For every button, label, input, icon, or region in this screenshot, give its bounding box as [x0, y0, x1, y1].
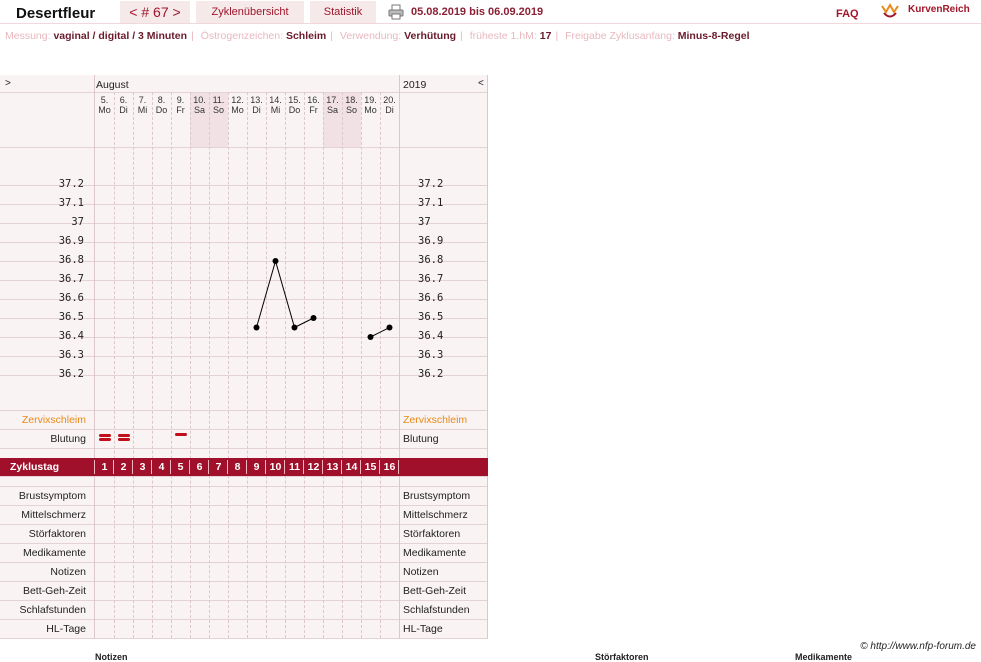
cycle-day-label: Zyklustag [10, 461, 60, 473]
symptom-row-label-left: Störfaktoren [28, 528, 86, 540]
footer-notes-heading: Notizen [95, 652, 128, 662]
symptom-row-label-left: HL-Tage [46, 623, 86, 635]
cycle-day-number: 8 [234, 461, 241, 473]
usage-key: Verwendung: [339, 30, 402, 42]
symptom-row-label-left: Brustsymptom [18, 490, 86, 502]
cycle-day-number: 10 [269, 461, 282, 473]
estrogen-value: Schleim [285, 30, 327, 42]
cycle-settings-bar: Messung: vaginal / digital / 3 Minuten | … [5, 30, 750, 42]
cycle-day-number: 12 [307, 461, 320, 473]
logo-text[interactable]: KurvenReich [908, 4, 970, 15]
temperature-point[interactable] [291, 324, 298, 331]
temperature-line-segment [370, 327, 390, 338]
estrogen-key: Östrogenzeichen: [200, 30, 284, 42]
cycle-day-number: 14 [345, 461, 358, 473]
bleeding-mark [117, 434, 130, 437]
kurvenreich-logo-icon[interactable] [880, 2, 900, 20]
faq-link[interactable]: FAQ [836, 8, 859, 20]
cycle-start-release-key: Freigabe Zyklusanfang: [565, 30, 675, 42]
cycle-day-number: 1 [101, 461, 108, 473]
cycle-day-number: 16 [383, 461, 396, 473]
bleeding-label-right: Blutung [403, 433, 439, 445]
date-range: 05.08.2019 bis 06.09.2019 [411, 6, 544, 18]
temperature-point[interactable] [253, 324, 260, 331]
bleeding-mark [117, 438, 130, 441]
cycle-day-number: 13 [326, 461, 339, 473]
username: Desertfleur [16, 5, 96, 22]
cycle-start-release-value: Minus-8-Regel [677, 30, 750, 42]
earliest-hm-key: früheste 1.hM: [469, 30, 537, 42]
symptom-row-label-right: Notizen [403, 566, 439, 578]
temperature-line-segment [275, 260, 295, 328]
cycle-day-number: 7 [215, 461, 222, 473]
symptom-row-label-right: HL-Tage [403, 623, 443, 635]
cycle-day-separator [398, 460, 399, 474]
usage-value: Verhütung [404, 30, 457, 42]
symptom-row-label-left: Medikamente [22, 547, 86, 559]
symptom-row-label-left: Mittelschmerz [21, 509, 86, 521]
symptom-row-label-left: Bett-Geh-Zeit [22, 585, 86, 597]
statistics-button[interactable]: Statistik [310, 1, 376, 23]
temperature-point[interactable] [272, 258, 279, 264]
cervix-label-right: Zervixschleim [403, 414, 468, 426]
temperature-point[interactable] [386, 324, 393, 331]
cycle-navigation[interactable]: < # 67 > [120, 1, 190, 23]
symptom-row-label-right: Mittelschmerz [403, 509, 468, 521]
cycle-day-number: 15 [364, 461, 377, 473]
cycle-overview-button[interactable]: Zyklenübersicht [196, 1, 304, 23]
cycle-day-number: 2 [120, 461, 127, 473]
symptom-row-label-left: Notizen [50, 566, 86, 578]
measurement-key: Messung: [5, 30, 51, 42]
grid-line [0, 638, 488, 639]
footer-medication-heading: Medikamente [795, 652, 853, 662]
symptom-row-label-right: Brustsymptom [403, 490, 471, 502]
copyright: © http://www.nfp-forum.de [860, 641, 976, 652]
temperature-line-segment [256, 260, 276, 328]
footer-disturbances-heading: Störfaktoren [595, 652, 649, 662]
cycle-day-bar: Zyklustag 1 2 3 4 5 6 7 8 9 10 11 12 13 14 15 16 [0, 458, 488, 476]
temperature-point[interactable] [310, 315, 317, 321]
bleeding-mark [174, 433, 187, 436]
symptom-row-label-left: Schlafstunden [19, 604, 86, 616]
cycle-day-number: 6 [196, 461, 203, 473]
cycle-chart: > August 2019 < 5. Mo 6. Di 7. Mi 8. Do 9. Fr 10. S… [0, 75, 488, 639]
symptom-row-label-right: Schlafstunden [403, 604, 470, 616]
temperature-point[interactable] [367, 334, 374, 340]
temperature-line-segment [294, 317, 314, 328]
symptom-row-label-right: Medikamente [403, 547, 467, 559]
cervix-label-left: Zervixschleim [21, 414, 86, 426]
header-divider [0, 23, 981, 24]
cycle-day-number: 4 [158, 461, 165, 473]
cycle-day-number: 5 [177, 461, 184, 473]
bleeding-mark [98, 438, 111, 441]
measurement-value: vaginal / digital / 3 Minuten [53, 30, 188, 42]
printer-icon[interactable] [388, 4, 404, 20]
cycle-day-number: 3 [139, 461, 146, 473]
earliest-hm-value: 17 [539, 30, 552, 42]
cycle-day-number: 9 [253, 461, 260, 473]
bleeding-label-left: Blutung [50, 433, 86, 445]
symptom-row-label-right: Bett-Geh-Zeit [403, 585, 467, 597]
bleeding-mark [98, 434, 111, 437]
symptom-row-label-right: Störfaktoren [403, 528, 461, 540]
cycle-day-number: 11 [288, 461, 301, 473]
